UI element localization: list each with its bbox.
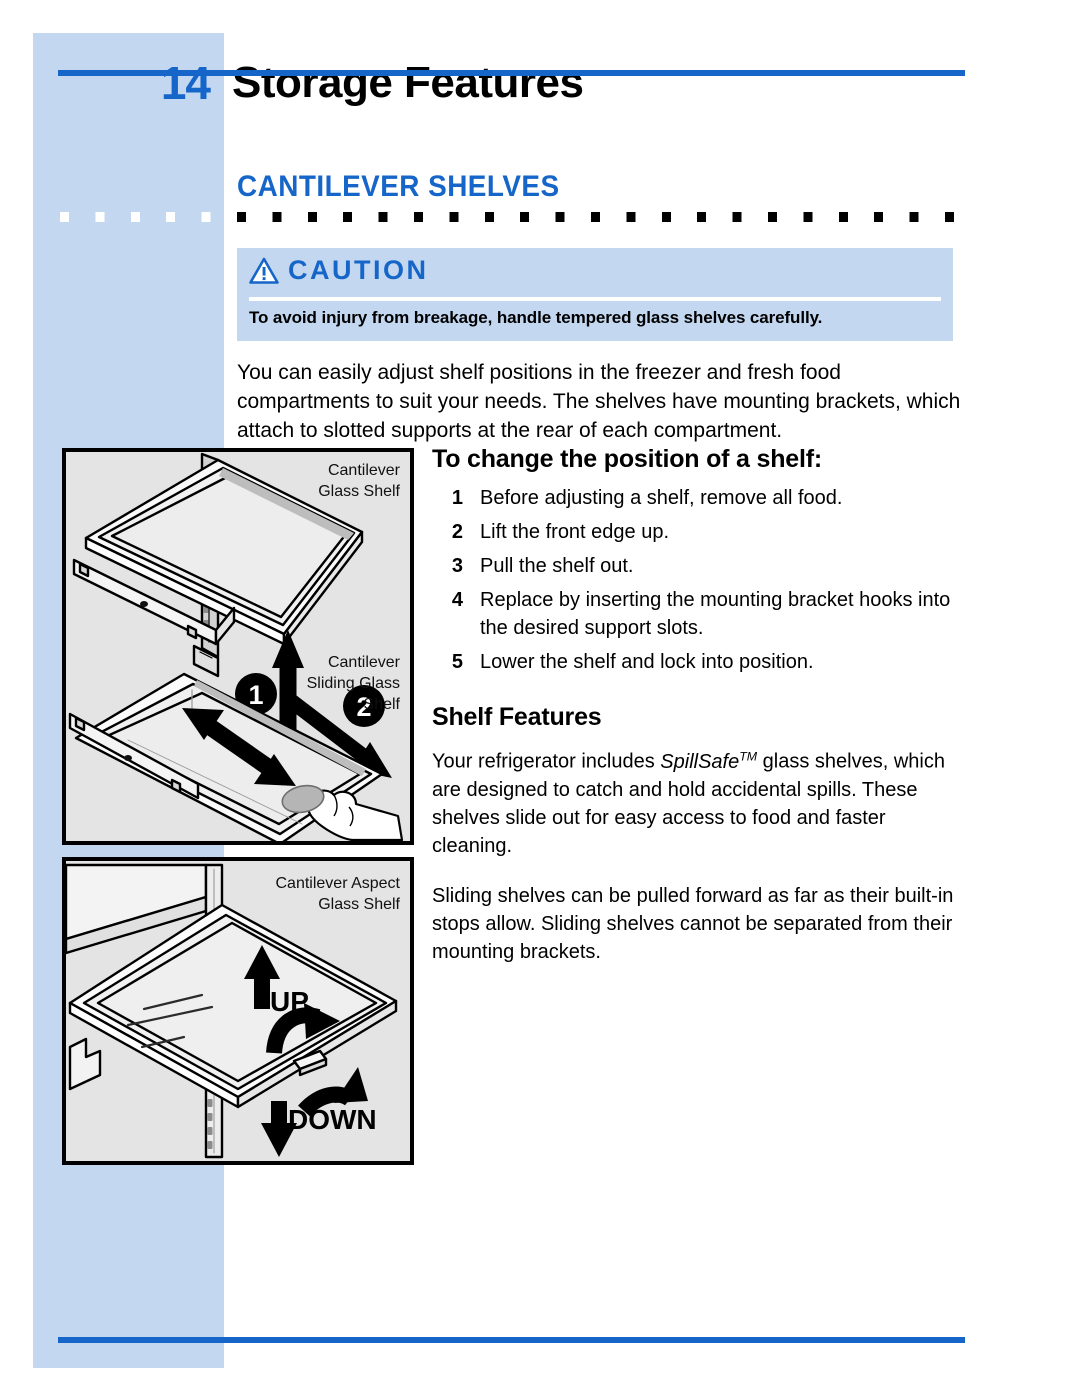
list-item: 3 Pull the shelf out.	[432, 552, 962, 580]
step-number: 5	[451, 651, 463, 673]
cantilever-shelf-illustration: 1 2	[68, 452, 404, 841]
figure-caption-cantilever-glass-shelf: Cantilever Glass Shelf	[318, 462, 400, 500]
step-text: Before adjusting a shelf, remove all foo…	[480, 487, 843, 509]
section-heading: CANTILEVER SHELVES	[237, 170, 560, 203]
figure-cantilever-shelves: 1 2 Cantilever Glass Shelf Cantilever Sl…	[62, 448, 414, 845]
figure-caption-cantilever-aspect-glass-shelf: Cantilever Aspect Glass Shelf	[275, 875, 400, 913]
dotted-rule-over-band	[60, 212, 225, 222]
trademark-name: SpillSafe	[660, 750, 740, 773]
step-text: Replace by inserting the mounting bracke…	[480, 589, 951, 639]
step-text: Lower the shelf and lock into position.	[480, 651, 814, 673]
procedure-steps-list: 1 Before adjusting a shelf, remove all f…	[432, 484, 962, 676]
step-number: 2	[451, 521, 463, 543]
shelf-features-paragraph-2: Sliding shelves can be pulled forward as…	[432, 884, 954, 963]
right-content-column: To change the position of a shelf: 1 Bef…	[432, 443, 962, 988]
footer-rule	[58, 1337, 965, 1343]
list-item: 2 Lift the front edge up.	[432, 518, 962, 546]
step-number: 3	[451, 555, 463, 577]
trademark-term: SpillSafeTM	[660, 749, 758, 773]
shelf-features-paragraph-1: Your refrigerator includes SpillSafeTM g…	[432, 742, 962, 860]
step-number: 1	[451, 487, 463, 509]
warning-triangle-icon	[249, 257, 279, 284]
figure-caption-cantilever-sliding-glass-shelf: Cantilever Sliding Glass Shelf	[306, 654, 400, 713]
step-text: Lift the front edge up.	[480, 521, 670, 543]
caution-box: CAUTION To avoid injury from breakage, h…	[237, 248, 953, 341]
page-title: Storage Features	[232, 58, 584, 107]
step-number: 4	[451, 589, 463, 611]
procedure-heading: To change the position of a shelf:	[432, 445, 822, 473]
figure-cantilever-aspect-shelf: UP DOWN Cantilever Aspect Glass Shelf	[62, 857, 414, 1165]
trademark-mark: TM	[739, 749, 758, 763]
caution-text: To avoid injury from breakage, handle te…	[249, 308, 823, 327]
intro-paragraph: You can easily adjust shelf positions in…	[237, 361, 961, 442]
caution-header: CAUTION	[249, 255, 429, 285]
caution-divider	[249, 297, 941, 301]
header-rule	[58, 70, 965, 76]
list-item: 5 Lower the shelf and lock into position…	[432, 648, 962, 676]
figure-label-down: DOWN	[288, 1104, 377, 1135]
paragraph-1-lead: Your refrigerator includes	[432, 750, 661, 773]
page-number: 14	[160, 57, 211, 109]
list-item: 1 Before adjusting a shelf, remove all f…	[432, 484, 962, 512]
shelf-features-heading: Shelf Features	[432, 703, 602, 731]
step-text: Pull the shelf out.	[480, 555, 634, 577]
caution-label: CAUTION	[288, 255, 429, 285]
page-header: 14 Storage Features	[0, 55, 1080, 135]
list-item: 4 Replace by inserting the mounting brac…	[432, 586, 962, 642]
